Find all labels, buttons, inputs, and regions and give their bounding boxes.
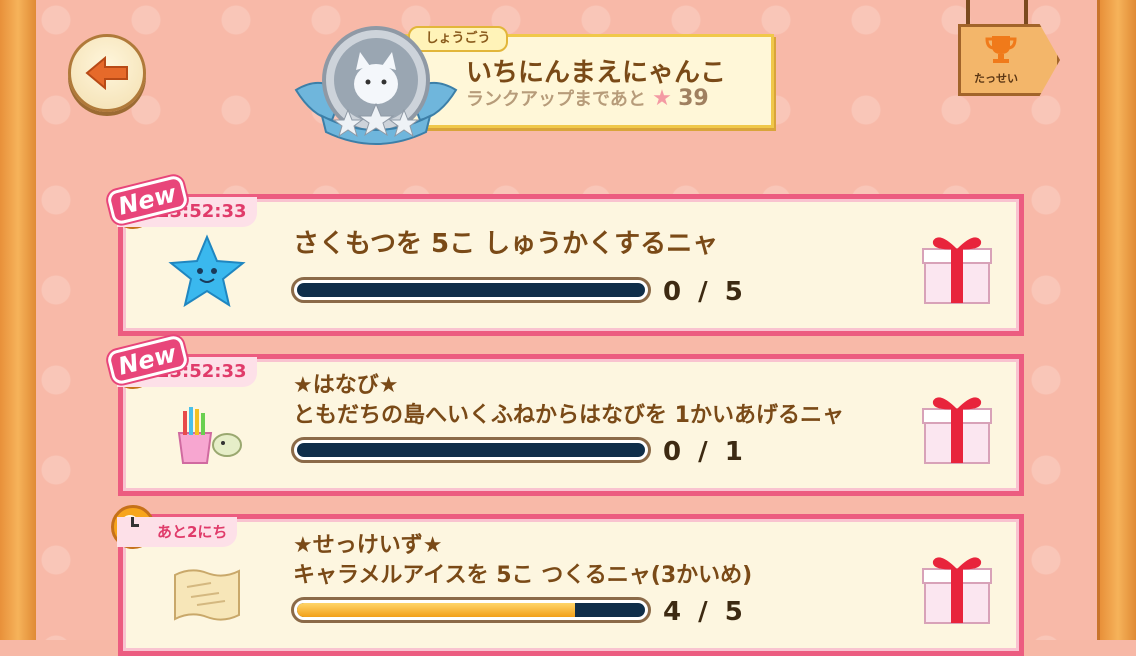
mission-progress-text: 0 / 1 [663, 437, 747, 467]
mission-card[interactable]: あと2にち ★せっけいず★ キャラメルアイスを 5こ つくるニャ(3かいめ) 4… [111, 505, 1024, 656]
trophy-icon [985, 36, 1017, 63]
title-name: いちにんまえにゃんこ [466, 58, 727, 88]
back-arrow-icon [85, 56, 128, 90]
cat-medal-icon [294, 26, 458, 145]
mission-progress-bar [291, 597, 651, 623]
achievement-label: たっせい [974, 72, 1018, 85]
progress-fill [297, 603, 576, 617]
mission-title-line1: ★せっけいず★ [293, 533, 443, 558]
pink-star-icon: ★ [652, 86, 672, 111]
rank-up-count: 39 [678, 86, 709, 111]
mission-title: ★はなび★ ともだちの島へいくふねからはなびを 1かいあげるニャ [293, 371, 844, 431]
mission-progress-text: 4 / 5 [663, 597, 747, 627]
left-wood-frame [0, 0, 39, 640]
right-wood-frame [1097, 0, 1136, 640]
gift-box-icon[interactable] [919, 387, 995, 467]
rank-up-text: ランクアップまであと [466, 89, 646, 110]
mission-timer: あと2にち [117, 517, 238, 547]
blueprint-scroll-icon [174, 569, 240, 621]
mission-title: さくもつを 5こ しゅうかくするニャ [293, 229, 719, 259]
mission-progress-bar [291, 437, 651, 463]
mission-title: ★せっけいず★ キャラメルアイスを 5こ つくるニャ(3かいめ) [293, 531, 752, 591]
back-button[interactable] [68, 34, 146, 112]
mission-card[interactable]: 23:52:33 New ★はなび★ ともだちの島へいくふねからはなびを 1かい… [106, 334, 1024, 496]
blue-star-icon [168, 234, 246, 308]
mission-title-line1: ★はなび★ [293, 373, 399, 398]
mission-title-line2: キャラメルアイスを 5こ つくるニャ(3かいめ) [293, 563, 753, 588]
fireworks-bucket-icon [177, 407, 242, 464]
rank-up-info: ランクアップまであと ★ 39 [466, 85, 709, 111]
mission-progress-bar [291, 277, 651, 303]
gift-box-icon[interactable] [919, 227, 995, 307]
mission-progress-text: 0 / 5 [663, 277, 747, 307]
mission-card[interactable]: 23:52:33 New さくもつを 5こ しゅうかくするニャ 0 / 5 [106, 174, 1024, 336]
mission-title-line2: ともだちの島へいくふねからはなびを 1かいあげるニャ [293, 403, 844, 428]
gift-box-icon[interactable] [919, 547, 995, 627]
